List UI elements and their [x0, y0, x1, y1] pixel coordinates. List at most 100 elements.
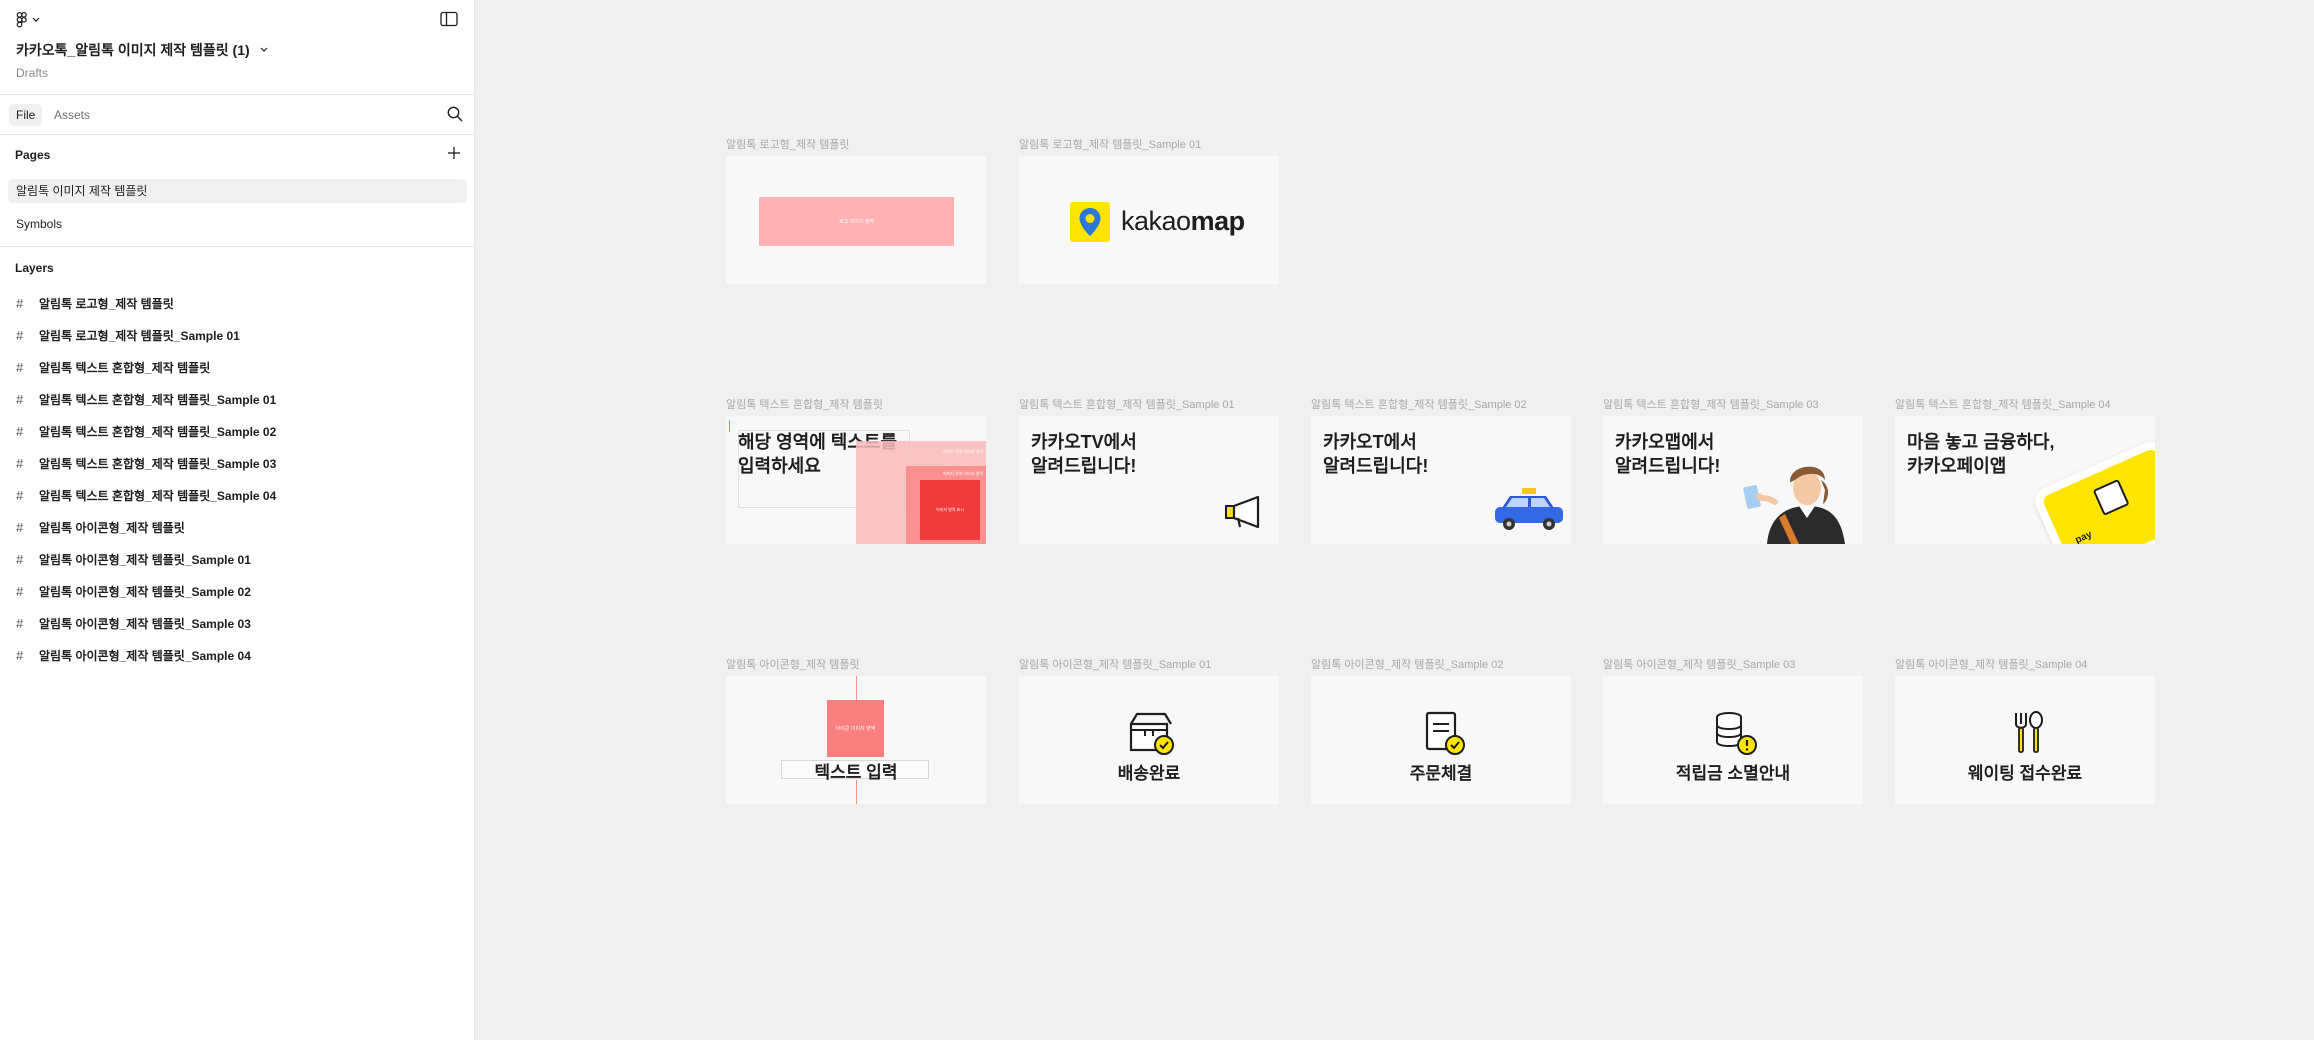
sample-title: 카카오T에서 알려드립니다! — [1323, 430, 1428, 478]
frame-label[interactable]: 알림톡 로고형_제작 템플릿 — [726, 136, 850, 152]
search-icon[interactable] — [446, 105, 464, 123]
sample-title-line-1: 마음 놓고 금융하다, — [1907, 432, 2055, 452]
divider — [0, 246, 475, 247]
file-title[interactable]: 카카오톡_알림톡 이미지 제작 템플릿 (1) — [16, 40, 268, 60]
frame-icon: # — [16, 551, 24, 567]
layer-item[interactable]: # 알림톡 아이콘형_제작 템플릿_Sample 04 — [16, 644, 456, 666]
pay-label: pay — [2073, 528, 2094, 544]
layer-label: 알림톡 아이콘형_제작 템플릿_Sample 04 — [39, 648, 251, 663]
coin-stack-icon — [1716, 712, 1757, 755]
sidebar-tabs: File Assets — [0, 94, 475, 135]
layer-item[interactable]: # 알림톡 아이콘형_제작 템플릿_Sample 03 — [16, 612, 456, 634]
frame-text-template[interactable]: 해당 영역에 텍스트를 입력하세요 이미지 영역 이미지 영역 이미지 영역 이미… — [726, 416, 986, 544]
megaphone-icon — [1225, 495, 1260, 529]
sample-title-line-1: 카카오맵에서 — [1615, 432, 1715, 452]
frame-text-sample-01[interactable]: 카카오TV에서 알려드립니다! — [1019, 416, 1279, 544]
layer-item[interactable]: # 알림톡 아이콘형_제작 템플릿 — [16, 516, 456, 538]
frame-icon: # — [16, 647, 24, 663]
frame-label[interactable]: 알림톡 아이콘형_제작 템플릿_Sample 04 — [1895, 656, 2087, 672]
panel-toggle-icon[interactable] — [440, 11, 458, 27]
layer-label: 알림톡 로고형_제작 템플릿_Sample 01 — [39, 328, 240, 343]
frame-icon: # — [16, 583, 24, 599]
frame-label[interactable]: 알림톡 아이콘형_제작 템플릿_Sample 03 — [1603, 656, 1795, 672]
sample-title: 카카오TV에서 알려드립니다! — [1031, 430, 1137, 478]
frame-icon: # — [16, 423, 24, 439]
frame-text-sample-02[interactable]: 카카오T에서 알려드립니다! — [1311, 416, 1571, 544]
main-menu-button[interactable] — [16, 10, 40, 30]
tab-assets[interactable]: Assets — [47, 104, 97, 126]
frame-label[interactable]: 알림톡 텍스트 혼합형_제작 템플릿_Sample 03 — [1603, 396, 1819, 412]
add-page-icon[interactable] — [446, 145, 462, 161]
icon-caption: 적립금 소멸안내 — [1675, 764, 1791, 783]
frame-icon-template[interactable]: 아이콘 이미지 영역 텍스트 입력 — [726, 676, 986, 804]
layer-item[interactable]: # 알림톡 텍스트 혼합형_제작 템플릿_Sample 02 — [16, 420, 456, 442]
layer-label: 알림톡 텍스트 혼합형_제작 템플릿_Sample 02 — [39, 424, 277, 439]
frame-text-sample-03[interactable]: 카카오맵에서 알려드립니다! — [1603, 416, 1863, 544]
layer-item[interactable]: # 알림톡 아이콘형_제작 템플릿_Sample 02 — [16, 580, 456, 602]
icon-caption: 웨이팅 접수완료 — [1967, 764, 2083, 783]
pages-heading: Pages — [15, 148, 51, 162]
frame-icon-sample-02[interactable]: 주문체결 — [1311, 676, 1571, 804]
image-zone-text: 이미지 영역 이미지 영역 — [942, 449, 983, 454]
sample-title-line-2: 카카오페이앱 — [1907, 456, 2007, 476]
layer-item[interactable]: # 알림톡 텍스트 혼합형_제작 템플릿_Sample 04 — [16, 484, 456, 506]
kakaomap-logo-icon — [1070, 202, 1110, 242]
sample-title-line-1: 카카오T에서 — [1323, 432, 1417, 452]
layer-label: 알림톡 아이콘형_제작 템플릿 — [39, 520, 185, 535]
design-canvas[interactable]: 알림톡 로고형_제작 템플릿 로고 이미지 영역 알림톡 로고형_제작 템플릿_… — [475, 0, 2314, 1040]
layer-label: 알림톡 텍스트 혼합형_제작 템플릿 — [39, 360, 211, 375]
tab-file[interactable]: File — [9, 104, 43, 126]
spacing-guide-bottom — [856, 780, 857, 804]
frame-icon-sample-04[interactable]: 웨이팅 접수완료 — [1895, 676, 2155, 804]
frame-label[interactable]: 알림톡 로고형_제작 템플릿_Sample 01 — [1019, 136, 1201, 152]
frame-icon: # — [16, 391, 24, 407]
frame-icon: # — [16, 519, 24, 535]
frame-label[interactable]: 알림톡 텍스트 혼합형_제작 템플릿_Sample 04 — [1895, 396, 2111, 412]
sample-title: 마음 놓고 금융하다, 카카오페이앱 — [1907, 430, 2054, 478]
layer-item[interactable]: # 알림톡 아이콘형_제작 템플릿_Sample 01 — [16, 548, 456, 570]
layer-label: 알림톡 텍스트 혼합형_제작 템플릿_Sample 04 — [39, 488, 277, 503]
phone-screen: pay — [2041, 447, 2155, 544]
logo-placeholder-text: 로고 이미지 영역 — [839, 219, 874, 225]
icon-placeholder-text: 아이콘 이미지 영역 — [835, 726, 876, 732]
spacing-guide-top — [856, 676, 857, 700]
file-header: 카카오톡_알림톡 이미지 제작 템플릿 (1) Drafts — [0, 0, 475, 95]
layer-label: 알림톡 아이콘형_제작 템플릿_Sample 02 — [39, 584, 251, 599]
kakaomap-wordmark: kakaomap — [1121, 206, 1245, 237]
layer-label: 알림톡 아이콘형_제작 템플릿_Sample 03 — [39, 616, 251, 631]
fork-spoon-icon — [2015, 711, 2043, 753]
sample-title-line-1: 카카오TV에서 — [1031, 432, 1137, 452]
page-item-template[interactable]: 알림톡 이미지 제작 템플릿 — [8, 179, 467, 203]
layer-item[interactable]: # 알림톡 텍스트 혼합형_제작 템플릿_Sample 01 — [16, 388, 456, 410]
layer-label: 알림톡 텍스트 혼합형_제작 템플릿_Sample 01 — [39, 392, 277, 407]
frame-logo-template[interactable]: 로고 이미지 영역 — [726, 156, 986, 284]
page-item-symbols[interactable]: Symbols — [8, 212, 467, 236]
layer-item[interactable]: # 알림톡 텍스트 혼합형_제작 템플릿 — [16, 356, 456, 378]
frame-icon-sample-03[interactable]: 적립금 소멸안내 — [1603, 676, 1863, 804]
frame-label[interactable]: 알림톡 텍스트 혼합형_제작 템플릿_Sample 01 — [1019, 396, 1235, 412]
kakaomap-wordmark-bold: map — [1190, 206, 1246, 236]
frame-text-sample-04[interactable]: 마음 놓고 금융하다, 카카오페이앱 pay — [1895, 416, 2155, 544]
frame-label[interactable]: 알림톡 아이콘형_제작 템플릿_Sample 01 — [1019, 656, 1211, 672]
frame-icon: # — [16, 295, 24, 311]
layer-item[interactable]: # 알림톡 텍스트 혼합형_제작 템플릿_Sample 03 — [16, 452, 456, 474]
order-document-icon — [1425, 711, 1465, 755]
delivery-box-icon — [1129, 712, 1174, 755]
layer-item[interactable]: # 알림톡 로고형_제작 템플릿 — [16, 292, 456, 314]
file-location: Drafts — [16, 66, 49, 80]
frame-label[interactable]: 알림톡 텍스트 혼합형_제작 템플릿 — [726, 396, 883, 412]
chevron-down-icon — [260, 47, 268, 52]
frame-label[interactable]: 알림톡 아이콘형_제작 템플릿_Sample 02 — [1311, 656, 1503, 672]
icon-caption: 주문체결 — [1409, 764, 1473, 783]
frame-logo-sample-01[interactable]: kakaomap — [1019, 156, 1279, 284]
layer-label: 알림톡 텍스트 혼합형_제작 템플릿_Sample 03 — [39, 456, 277, 471]
frame-icon: # — [16, 359, 24, 375]
frame-icon: # — [16, 455, 24, 471]
frame-label[interactable]: 알림톡 텍스트 혼합형_제작 템플릿_Sample 02 — [1311, 396, 1527, 412]
frame-label[interactable]: 알림톡 아이콘형_제작 템플릿 — [726, 656, 860, 672]
sample-title: 카카오맵에서 알려드립니다! — [1615, 430, 1720, 478]
file-title-text: 카카오톡_알림톡 이미지 제작 템플릿 (1) — [16, 42, 250, 58]
frame-icon-sample-01[interactable]: 배송완료 — [1019, 676, 1279, 804]
left-sidebar: 카카오톡_알림톡 이미지 제작 템플릿 (1) Drafts File Asse… — [0, 0, 475, 1040]
layer-item[interactable]: # 알림톡 로고형_제작 템플릿_Sample 01 — [16, 324, 456, 346]
